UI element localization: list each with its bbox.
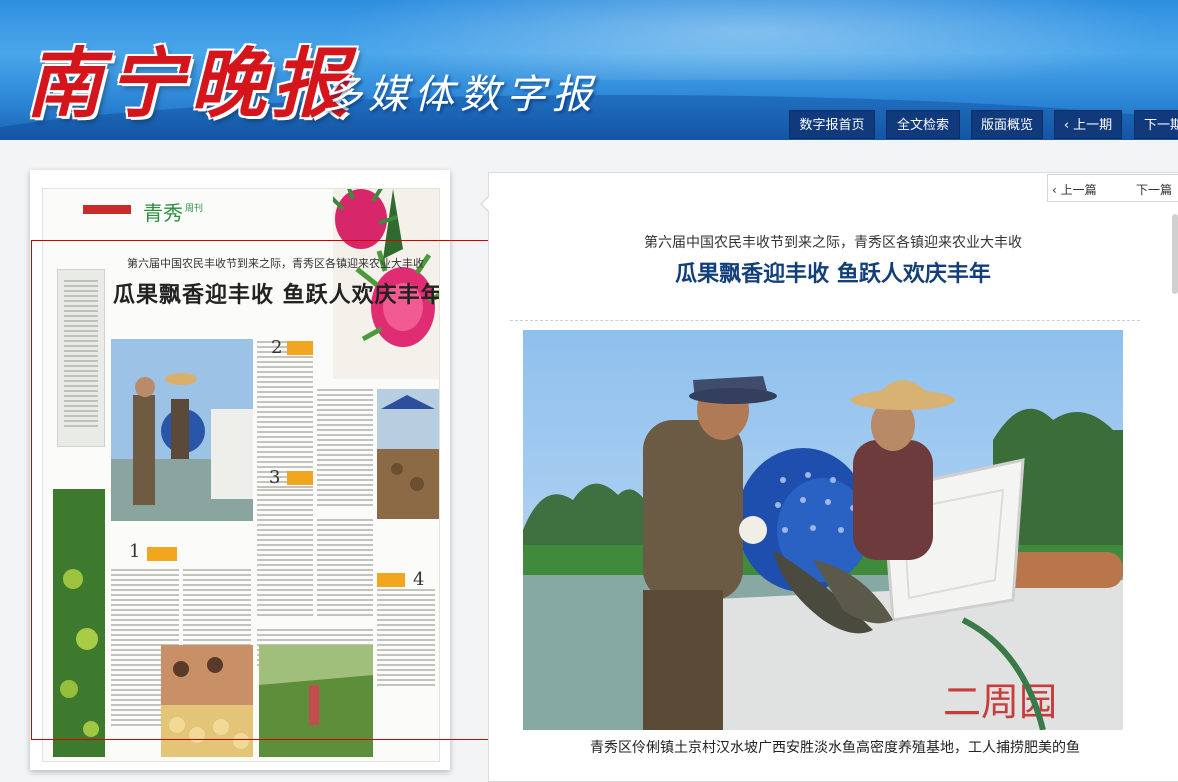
nav-search-button[interactable]: 全文检索: [886, 110, 960, 139]
section-number: 4: [413, 569, 425, 590]
next-article-link[interactable]: 下一篇: [1136, 181, 1172, 198]
thumbnail-kicker: 第六届中国农民丰收节到来之际，青秀区各镇迎来农业大丰收: [127, 257, 424, 270]
site-subtitle: 多媒体数字报: [322, 72, 598, 118]
thumbnail-text-col: [377, 589, 435, 689]
newspaper-page-thumbnail[interactable]: 青秀 周刊 第六届中国农民丰收节到来之际，青秀区各镇迎来农业大丰收 瓜果飘香迎丰…: [42, 188, 440, 762]
page-thumbnail-panel: 青秀 周刊 第六届中国农民丰收节到来之际，青秀区各镇迎来农业大丰收 瓜果飘香迎丰…: [30, 170, 450, 770]
section-number: 1: [129, 541, 141, 562]
nav-next-issue-button[interactable]: 下一期: [1134, 110, 1178, 139]
prev-article-link[interactable]: ‹ 上一篇: [1052, 181, 1097, 198]
market-photo: [377, 389, 439, 519]
section-tag: [147, 547, 177, 561]
section-tag: [287, 471, 313, 485]
masthead-title: 青秀: [143, 201, 183, 225]
section-number: 3: [269, 467, 281, 488]
thumbnail-text-col: [257, 489, 313, 619]
article-title: 瓜果飘香迎丰收 鱼跃人欢庆丰年: [675, 262, 991, 287]
chevron-left-icon: ‹: [1063, 118, 1074, 133]
site-header: 南宁晚报 多媒体数字报 数字报首页 全文检索 版面概览 ‹ 上一期 下一期: [0, 0, 1178, 140]
thumbnail-masthead: 青秀 周刊: [83, 197, 283, 225]
nav-prev-issue-button[interactable]: ‹ 上一期: [1054, 110, 1122, 139]
article-divider: [510, 320, 1140, 321]
photo-caption: 青秀区伶俐镇土京村汉水坡广西安胜淡水鱼高密度养殖基地，工人捕捞肥美的鱼: [590, 740, 1080, 756]
thumbnail-text-col: [317, 389, 373, 509]
thumbnail-text-col: [317, 519, 373, 619]
section-tag: [287, 341, 313, 355]
masthead-suffix: 周刊: [185, 204, 204, 214]
nav-home-button[interactable]: 数字报首页: [789, 110, 875, 139]
fruit-vendor-photo: [161, 645, 253, 757]
article-main-photo: 二周园: [523, 330, 1123, 730]
article-kicker: 第六届中国农民丰收节到来之际，青秀区各镇迎来农业大丰收: [644, 235, 1022, 251]
thumbnail-headline: 瓜果飘香迎丰收 鱼跃人欢庆丰年: [113, 282, 440, 308]
thumbnail-text-col: [257, 341, 313, 491]
site-logo[interactable]: 南宁晚报: [26, 22, 354, 132]
chevron-left-icon: ‹: [1052, 183, 1061, 197]
fish-harvest-photo-small: [111, 339, 253, 521]
masthead-red-bar: [83, 205, 131, 214]
section-tag: [377, 573, 405, 587]
section-number: 2: [271, 337, 283, 358]
prev-article-label: 上一篇: [1060, 183, 1097, 197]
article-pager: ‹ 上一篇 下一篇: [1047, 174, 1178, 202]
nav-prev-issue-label: 上一期: [1073, 118, 1113, 133]
pomelo-tree-photo: [53, 489, 105, 757]
thumbnail-sidebox: [57, 269, 105, 447]
nav-overview-button[interactable]: 版面概览: [971, 110, 1043, 139]
panel-notch-inner: [482, 196, 490, 212]
field-photo: [259, 645, 373, 757]
sidebox-text: [64, 280, 98, 430]
